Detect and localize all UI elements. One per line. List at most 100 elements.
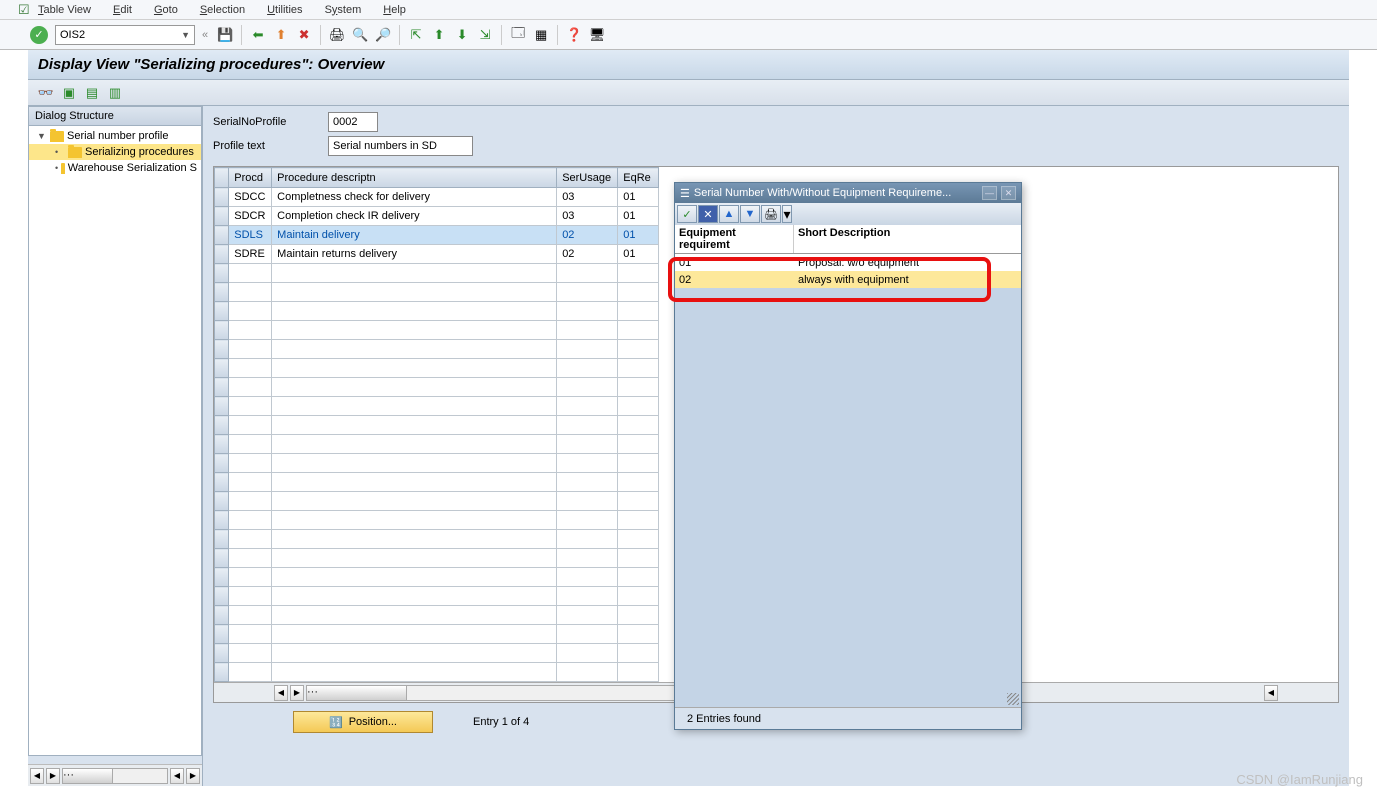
table-row-empty[interactable] [215, 283, 659, 302]
first-page-icon[interactable]: ⇱ [406, 25, 426, 45]
scroll-left-end-icon[interactable]: ◀ [1264, 685, 1278, 701]
customize-icon[interactable]: 🖥 [587, 25, 607, 45]
tcode-input[interactable]: OIS2 ▼ [55, 25, 195, 45]
change-display-icon[interactable]: 👓 [36, 83, 56, 103]
print-icon[interactable]: 🖨 [327, 25, 347, 45]
folder-icon [50, 131, 64, 142]
table-row[interactable]: SDCRCompletion check IR delivery0301 [215, 207, 659, 226]
value-row-selected[interactable]: 02 always with equipment [675, 271, 1021, 288]
table-row-empty[interactable] [215, 359, 659, 378]
tree-item-serial-number-profile[interactable]: ▼ Serial number profile [29, 128, 201, 144]
save-icon[interactable]: 💾 [215, 25, 235, 45]
cancel-icon[interactable]: ✖ [294, 25, 314, 45]
table-row[interactable]: SDLSMaintain delivery0201 [215, 226, 659, 245]
find-icon[interactable]: 🔍 [350, 25, 370, 45]
sidebar-scrollbar[interactable]: ◀ ▶ ··· ◀ ▶ [28, 764, 202, 786]
table-row-empty[interactable] [215, 435, 659, 454]
tcode-dropdown-icon[interactable]: ▼ [181, 30, 190, 40]
table-row[interactable]: SDREMaintain returns delivery0201 [215, 245, 659, 264]
scroll-left-icon[interactable]: ◀ [274, 685, 288, 701]
scroll-right2-icon[interactable]: ▶ [186, 768, 200, 784]
position-icon: 🔢 [329, 716, 343, 729]
table-row[interactable]: SDCCCompletness check for delivery0301 [215, 188, 659, 207]
menu-table-view[interactable]: Table View [38, 4, 91, 16]
col-procd[interactable]: Procd [229, 168, 272, 188]
menu-selection[interactable]: Selection [200, 4, 245, 16]
table-row-empty[interactable] [215, 530, 659, 549]
close-icon[interactable]: ✕ [1001, 186, 1016, 200]
more-icon[interactable]: ▾ [782, 205, 792, 223]
menu-icon[interactable]: ☑ [18, 2, 30, 18]
cancel2-icon[interactable]: ✕ [698, 205, 718, 223]
col-eqreq-header[interactable]: Equipment requiremt [675, 225, 794, 253]
next-page-icon[interactable]: ⬇ [452, 25, 472, 45]
scroll-left2-icon[interactable]: ▶ [46, 768, 60, 784]
dialog-structure-panel: Dialog Structure ▼ Serial number profile… [28, 106, 203, 786]
tree: ▼ Serial number profile • Serializing pr… [28, 126, 202, 756]
dialog-icon: ☰ [680, 187, 690, 200]
minimize-icon[interactable]: — [982, 186, 997, 200]
table-row-empty[interactable] [215, 587, 659, 606]
print2-icon[interactable]: 🖨 [761, 205, 781, 223]
table-row-empty[interactable] [215, 378, 659, 397]
row-selector-header[interactable] [215, 168, 229, 188]
table-row-empty[interactable] [215, 625, 659, 644]
enter-icon[interactable]: ✓ [30, 26, 48, 44]
scroll-right-icon[interactable]: ◀ [170, 768, 184, 784]
main-toolbar: ✓ OIS2 ▼ « 💾 ⬅ ⬆ ✖ 🖨 🔍 🔎 ⇱ ⬆ ⬇ ⇲ 🗔 ▦ ❓ 🖥 [0, 20, 1377, 50]
table-row-empty[interactable] [215, 511, 659, 530]
deselect-all-icon[interactable]: ▥ [105, 83, 125, 103]
table-row-empty[interactable] [215, 606, 659, 625]
position-button[interactable]: 🔢 Position... [293, 711, 433, 733]
table-row-empty[interactable] [215, 264, 659, 283]
col-shortdesc-header[interactable]: Short Description [794, 225, 1021, 253]
exit-icon[interactable]: ⬆ [271, 25, 291, 45]
profile-text-input[interactable] [328, 136, 473, 156]
table-row-empty[interactable] [215, 321, 659, 340]
dialog-footer: 2 Entries found [675, 707, 1021, 729]
profile-text-label: Profile text [213, 140, 328, 152]
sort-desc-icon[interactable]: ▼ [740, 205, 760, 223]
table-row-empty[interactable] [215, 492, 659, 511]
back-icon[interactable]: ⬅ [248, 25, 268, 45]
col-desc[interactable]: Procedure descriptn [272, 168, 557, 188]
accept-icon[interactable]: ✓ [677, 205, 697, 223]
find-next-icon[interactable]: 🔎 [373, 25, 393, 45]
table-row-empty[interactable] [215, 568, 659, 587]
table-row-empty[interactable] [215, 416, 659, 435]
menu-utilities[interactable]: Utilities [267, 4, 302, 16]
menu-system[interactable]: System [325, 4, 362, 16]
menu-bar: Table View Edit Goto Selection Utilities… [0, 0, 1377, 20]
select-block-icon[interactable]: ▤ [82, 83, 102, 103]
select-all-icon[interactable]: ▣ [59, 83, 79, 103]
table-row-empty[interactable] [215, 549, 659, 568]
col-serusage[interactable]: SerUsage [557, 168, 618, 188]
table-row-empty[interactable] [215, 340, 659, 359]
dialog-title: Serial Number With/Without Equipment Req… [694, 187, 978, 199]
tree-collapse-icon[interactable]: ▼ [37, 131, 47, 141]
tree-item-serializing-procedures[interactable]: • Serializing procedures [29, 144, 201, 160]
table-row-empty[interactable] [215, 302, 659, 321]
menu-edit[interactable]: Edit [113, 4, 132, 16]
tree-item-warehouse-serialization[interactable]: • Warehouse Serialization S [29, 160, 201, 176]
table-row-empty[interactable] [215, 644, 659, 663]
table-row-empty[interactable] [215, 397, 659, 416]
menu-help[interactable]: Help [383, 4, 406, 16]
scroll-left-icon[interactable]: ◀ [30, 768, 44, 784]
last-page-icon[interactable]: ⇲ [475, 25, 495, 45]
col-eqreq[interactable]: EqRe [618, 168, 659, 188]
menu-goto[interactable]: Goto [154, 4, 178, 16]
table-row-empty[interactable] [215, 663, 659, 682]
help-icon[interactable]: ❓ [564, 25, 584, 45]
prev-page-icon[interactable]: ⬆ [429, 25, 449, 45]
table-row-empty[interactable] [215, 473, 659, 492]
back-double-icon[interactable]: « [202, 29, 208, 41]
serialnoprofile-input[interactable] [328, 112, 378, 132]
layout-icon[interactable]: ▦ [531, 25, 551, 45]
table-row-empty[interactable] [215, 454, 659, 473]
sort-asc-icon[interactable]: ▲ [719, 205, 739, 223]
value-row[interactable]: 01 Proposal: w/o equipment [675, 254, 1021, 271]
resize-handle[interactable] [1007, 693, 1019, 705]
scroll-right-icon[interactable]: ▶ [290, 685, 304, 701]
new-session-icon[interactable]: 🗔 [508, 25, 528, 45]
